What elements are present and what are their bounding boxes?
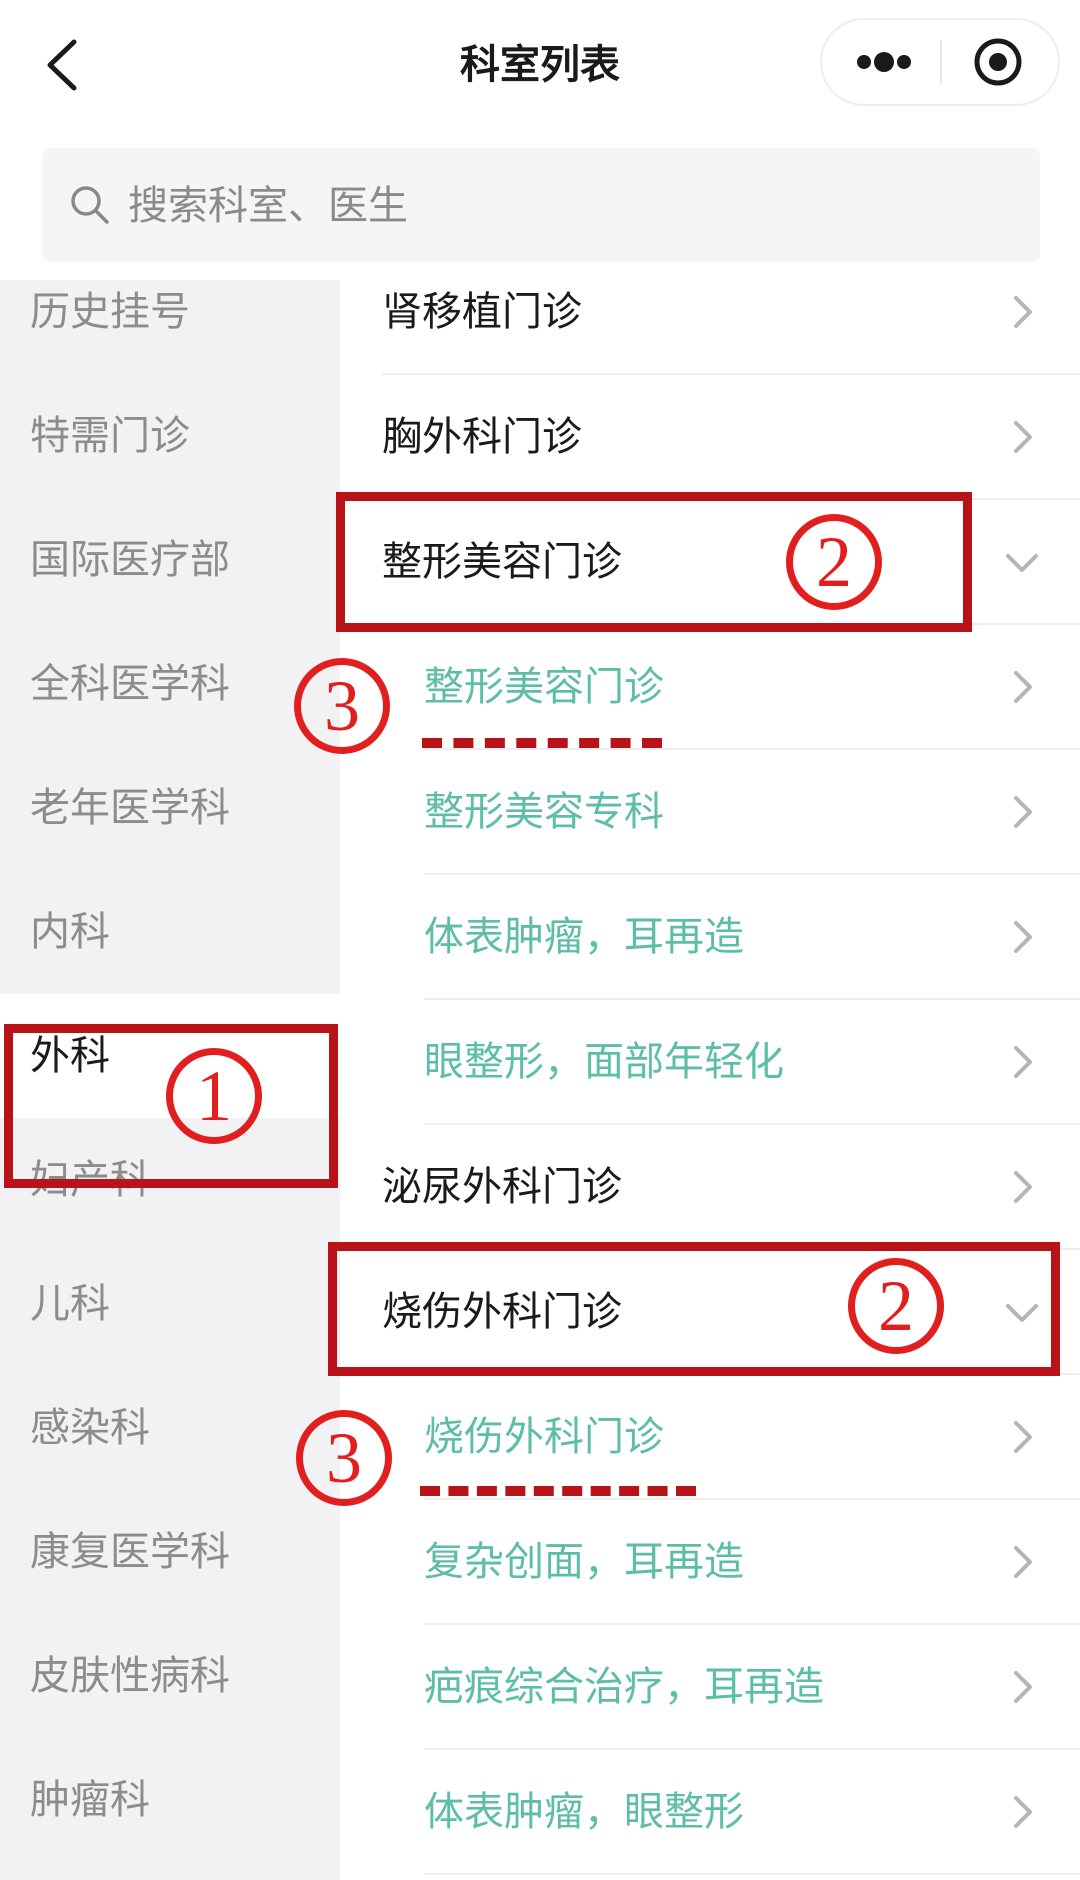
- sub-department-label: 疤痕综合治疗，耳再造: [424, 1664, 824, 1710]
- sidebar-item-international[interactable]: 国际医疗部: [0, 498, 340, 622]
- chevron-right-icon: [1014, 1171, 1032, 1203]
- chevron-right-icon: [1014, 921, 1032, 953]
- sidebar-item-rehabilitation[interactable]: 康复医学科: [0, 1490, 340, 1614]
- list-item[interactable]: 胸外科门诊: [340, 375, 1080, 500]
- chevron-right-icon: [1014, 1796, 1032, 1828]
- sidebar-item-special-clinic[interactable]: 特需门诊: [0, 374, 340, 498]
- sidebar-item-history[interactable]: 历史挂号: [0, 280, 340, 374]
- list-item-sub[interactable]: 疤痕综合治疗，耳再造: [340, 1625, 1080, 1750]
- sidebar-item-internal-medicine[interactable]: 内科: [0, 870, 340, 994]
- annotation-number-3: 3: [294, 658, 390, 754]
- annotation-underline: [420, 1486, 696, 1496]
- list-item-sub[interactable]: 体表肿瘤，耳再造: [340, 875, 1080, 1000]
- list-item-sub[interactable]: 整形美容专科: [340, 750, 1080, 875]
- sidebar-item-infectious[interactable]: 感染科: [0, 1366, 340, 1490]
- close-target-icon[interactable]: [942, 20, 1058, 104]
- list-item[interactable]: 肾移植门诊: [340, 280, 1080, 375]
- row-divider: [424, 1873, 1080, 1875]
- chevron-right-icon: [1014, 1546, 1032, 1578]
- annotation-number-2: 2: [786, 514, 882, 610]
- chevron-down-icon: [1006, 554, 1038, 572]
- sub-department-label: 整形美容专科: [424, 789, 664, 835]
- chevron-right-icon: [1014, 1046, 1032, 1078]
- chevron-right-icon: [1014, 1671, 1032, 1703]
- sidebar-item-oncology[interactable]: 肿瘤科: [0, 1738, 340, 1862]
- annotation-number-2: 2: [848, 1258, 944, 1354]
- list-item-sub[interactable]: 烧伤外科门诊: [340, 1375, 1080, 1500]
- sidebar-item-general-medicine[interactable]: 全科医学科: [0, 622, 340, 746]
- sidebar-item-geriatrics[interactable]: 老年医学科: [0, 746, 340, 870]
- sub-department-label: 复杂创面，耳再造: [424, 1539, 744, 1585]
- sub-department-label: 体表肿瘤，眼整形: [424, 1789, 744, 1835]
- department-label: 泌尿外科门诊: [382, 1164, 622, 1210]
- mini-program-capsule: [820, 18, 1060, 106]
- chevron-right-icon: [1014, 1421, 1032, 1453]
- chevron-right-icon: [1014, 671, 1032, 703]
- sidebar-item-dermatology[interactable]: 皮肤性病科: [0, 1614, 340, 1738]
- search-section: [0, 130, 1080, 280]
- list-item-sub[interactable]: 体表肿瘤，眼整形: [340, 1750, 1080, 1875]
- sub-department-label: 眼整形，面部年轻化: [424, 1039, 784, 1085]
- search-icon: [71, 186, 109, 224]
- chevron-right-icon: [1014, 796, 1032, 828]
- search-input[interactable]: [126, 148, 1010, 264]
- annotation-number-3: 3: [296, 1410, 392, 1506]
- chevron-right-icon: [1014, 421, 1032, 453]
- search-bar[interactable]: [42, 148, 1040, 264]
- list-item-sub[interactable]: 眼整形，面部年轻化: [340, 1000, 1080, 1125]
- department-label: 胸外科门诊: [382, 414, 582, 460]
- nav-bar: 科室列表: [0, 0, 1080, 130]
- more-icon[interactable]: [822, 20, 940, 104]
- annotation-underline: [422, 738, 662, 748]
- sub-department-label: 烧伤外科门诊: [424, 1414, 664, 1460]
- department-label: 肾移植门诊: [382, 289, 582, 335]
- list-item-sub[interactable]: 整形美容门诊: [340, 625, 1080, 750]
- sub-department-label: 整形美容门诊: [424, 664, 664, 710]
- annotation-box-burn-surgery: [328, 1242, 1060, 1376]
- chevron-right-icon: [1014, 296, 1032, 328]
- sub-department-label: 体表肿瘤，耳再造: [424, 914, 744, 960]
- annotation-number-1: 1: [166, 1048, 262, 1144]
- list-item[interactable]: 泌尿外科门诊: [340, 1125, 1080, 1250]
- list-item-sub[interactable]: 复杂创面，耳再造: [340, 1500, 1080, 1625]
- sidebar-item-pediatrics[interactable]: 儿科: [0, 1242, 340, 1366]
